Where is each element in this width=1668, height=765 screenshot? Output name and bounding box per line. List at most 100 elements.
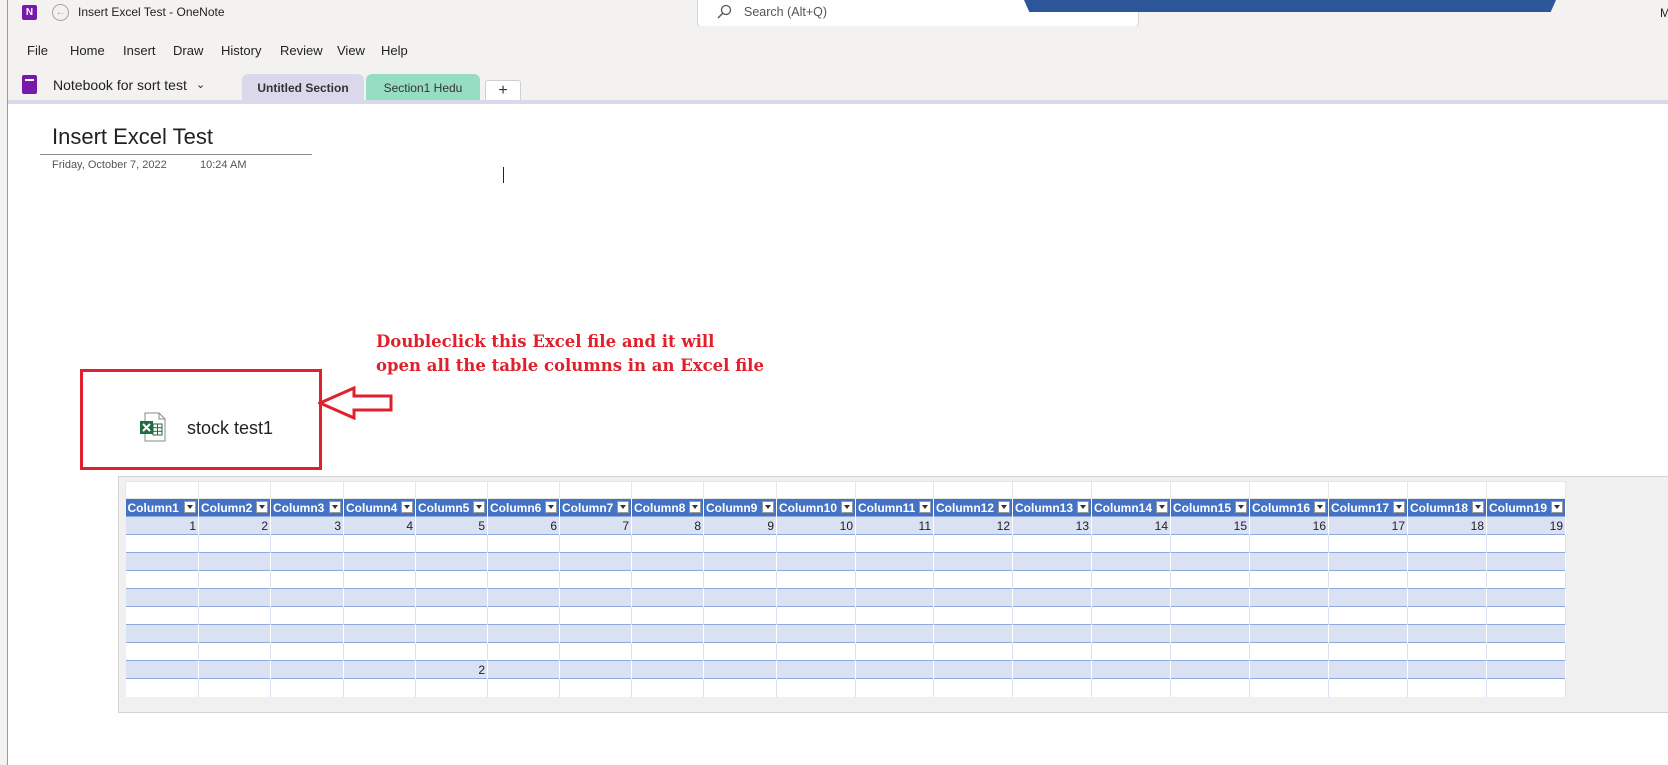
filter-dropdown-icon[interactable] [329,501,341,513]
table-top-cell[interactable] [198,481,271,499]
table-cell[interactable] [1328,588,1408,607]
table-cell[interactable] [1170,642,1250,661]
table-top-cell[interactable] [703,481,777,499]
table-cell[interactable] [1407,624,1487,643]
table-cell[interactable]: 9 [703,516,777,535]
table-header-cell[interactable]: Column7 [559,498,632,517]
table-cell[interactable] [1249,534,1329,553]
menu-file[interactable]: File [27,43,48,58]
table-cell[interactable] [703,642,777,661]
table-cell[interactable] [855,678,934,697]
table-cell[interactable] [1328,570,1408,589]
menu-help[interactable]: Help [381,43,408,58]
table-cell[interactable] [933,624,1013,643]
table-cell[interactable] [1091,660,1171,679]
table-top-cell[interactable] [559,481,632,499]
table-cell[interactable] [631,678,704,697]
menu-view[interactable]: View [337,43,365,58]
table-cell[interactable] [343,642,416,661]
table-cell[interactable] [703,606,777,625]
filter-dropdown-icon[interactable] [184,501,196,513]
table-cell[interactable]: 12 [933,516,1013,535]
table-cell[interactable] [1170,624,1250,643]
table-top-cell[interactable] [343,481,416,499]
table-cell[interactable] [703,552,777,571]
table-cell[interactable] [703,588,777,607]
table-cell[interactable] [125,678,199,697]
table-cell[interactable] [776,606,856,625]
table-cell[interactable] [198,678,271,697]
table-cell[interactable] [1407,534,1487,553]
filter-dropdown-icon[interactable] [545,501,557,513]
table-cell[interactable]: 8 [631,516,704,535]
table-cell[interactable] [933,660,1013,679]
table-cell[interactable]: 2 [198,516,271,535]
table-cell[interactable] [343,606,416,625]
table-cell[interactable] [1486,678,1566,697]
table-cell[interactable] [933,570,1013,589]
table-cell[interactable] [1091,624,1171,643]
table-cell[interactable] [776,624,856,643]
table-cell[interactable] [1486,552,1566,571]
table-cell[interactable] [487,534,560,553]
table-cell[interactable]: 17 [1328,516,1408,535]
table-header-cell[interactable]: Column2 [198,498,271,517]
table-cell[interactable] [559,642,632,661]
table-cell[interactable] [1249,606,1329,625]
table-cell[interactable] [1328,552,1408,571]
table-header-cell[interactable]: Column9 [703,498,777,517]
table-cell[interactable] [1249,570,1329,589]
table-cell[interactable] [1249,642,1329,661]
table-cell[interactable]: 11 [855,516,934,535]
table-cell[interactable] [1407,678,1487,697]
table-cell[interactable] [198,552,271,571]
table-cell[interactable] [415,534,488,553]
table-cell[interactable] [198,660,271,679]
table-header-cell[interactable]: Column14 [1091,498,1171,517]
table-cell[interactable] [855,534,934,553]
table-cell[interactable] [703,660,777,679]
page-title[interactable]: Insert Excel Test [52,124,213,150]
table-cell[interactable] [855,588,934,607]
filter-dropdown-icon[interactable] [1393,501,1405,513]
table-top-cell[interactable] [1012,481,1092,499]
filter-dropdown-icon[interactable] [689,501,701,513]
table-cell[interactable] [1328,660,1408,679]
table-top-cell[interactable] [487,481,560,499]
table-top-cell[interactable] [1486,481,1566,499]
table-cell[interactable] [1170,570,1250,589]
filter-dropdown-icon[interactable] [256,501,268,513]
table-cell[interactable] [198,534,271,553]
table-cell[interactable] [1012,624,1092,643]
notebook-selector[interactable]: Notebook for sort test [53,77,187,93]
table-cell[interactable] [631,606,704,625]
filter-dropdown-icon[interactable] [841,501,853,513]
table-cell[interactable] [1249,588,1329,607]
table-cell[interactable]: 3 [270,516,344,535]
table-cell[interactable] [1486,534,1566,553]
table-cell[interactable] [415,570,488,589]
table-cell[interactable] [1249,624,1329,643]
table-cell[interactable] [1091,534,1171,553]
filter-dropdown-icon[interactable] [1156,501,1168,513]
table-header-cell[interactable]: Column11 [855,498,934,517]
table-top-cell[interactable] [776,481,856,499]
excel-file-icon[interactable] [139,412,167,442]
table-cell[interactable]: 16 [1249,516,1329,535]
table-cell[interactable] [270,606,344,625]
table-cell[interactable] [270,534,344,553]
menu-review[interactable]: Review [280,43,323,58]
attachment-name[interactable]: stock test1 [187,418,273,439]
table-header-cell[interactable]: Column3 [270,498,344,517]
table-cell[interactable] [631,588,704,607]
table-cell[interactable] [631,552,704,571]
table-cell[interactable] [703,678,777,697]
table-cell[interactable] [776,570,856,589]
table-cell[interactable] [1012,570,1092,589]
table-cell[interactable] [415,606,488,625]
table-header-cell[interactable]: Column13 [1012,498,1092,517]
table-cell[interactable] [559,606,632,625]
table-cell[interactable] [855,606,934,625]
table-header-cell[interactable]: Column4 [343,498,416,517]
table-cell[interactable] [270,642,344,661]
